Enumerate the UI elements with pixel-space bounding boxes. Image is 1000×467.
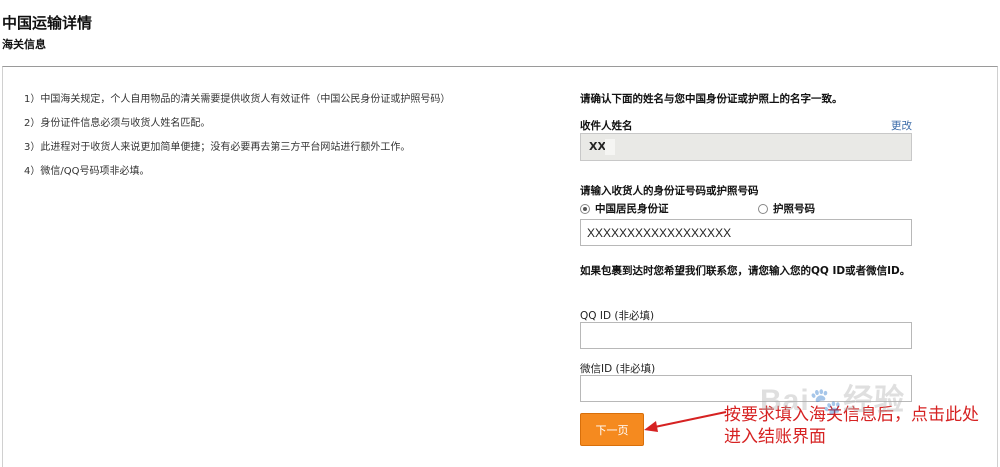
notes-list: 1）中国海关规定，个人自用物品的清关需要提供收货人有效证件（中国公民身份证或护照…	[24, 93, 524, 189]
recipient-name-label: 收件人姓名	[580, 120, 633, 132]
radio-id-card[interactable]: 中国居民身份证	[580, 201, 669, 216]
edit-name-link[interactable]: 更改	[891, 118, 912, 133]
name-redaction	[605, 139, 615, 155]
recipient-name-field: XX	[580, 133, 912, 161]
note-item: 1）中国海关规定，个人自用物品的清关需要提供收货人有效证件（中国公民身份证或护照…	[24, 94, 451, 105]
wechat-id-label: 微信ID (非必填)	[580, 363, 656, 375]
qq-id-label: QQ ID (非必填)	[580, 310, 655, 322]
note-item: 3）此进程对于收货人来说更加简单便捷；没有必要再去第三方平台网站进行额外工作。	[24, 142, 411, 153]
section-subtitle: 海关信息	[2, 38, 46, 51]
radio-id-card-label: 中国居民身份证	[595, 203, 669, 215]
confirm-instruction: 请确认下面的姓名与您中国身份证或护照上的名字一致。	[580, 93, 843, 105]
radio-unchecked-icon[interactable]	[758, 203, 768, 214]
id-number-label: 请输入收货人的身份证号码或护照号码	[580, 185, 759, 197]
note-item: 4）微信/QQ号码项非必填。	[24, 166, 150, 177]
id-type-radio-group: 中国居民身份证 护照号码	[580, 200, 912, 216]
radio-checked-icon[interactable]	[580, 203, 590, 214]
wechat-id-input[interactable]	[580, 375, 912, 402]
next-page-button[interactable]: 下一页	[580, 413, 644, 446]
annotation-note: 按要求填入海关信息后，点击此处进入结账界面	[724, 405, 979, 447]
annotation-arrow-icon	[644, 411, 727, 432]
radio-passport-label: 护照号码	[773, 203, 815, 215]
qq-id-input[interactable]	[580, 322, 912, 349]
recipient-name-value: XX	[589, 140, 606, 153]
radio-passport[interactable]: 护照号码	[758, 201, 815, 216]
note-item: 2）身份证件信息必须与收货人姓名匹配。	[24, 118, 211, 129]
id-number-input[interactable]	[580, 219, 912, 246]
page-title: 中国运输详情	[2, 14, 93, 32]
contact-instruction: 如果包裹到达时您希望我们联系您，请您输入您的QQ ID或者微信ID。	[580, 265, 911, 277]
